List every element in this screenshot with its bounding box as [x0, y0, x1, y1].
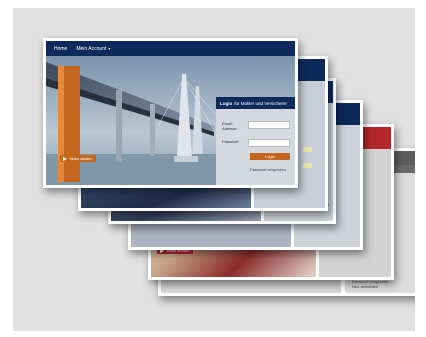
video-start-button[interactable]: Video starten — [60, 155, 96, 162]
nav-account-label: Mein Account — [76, 45, 107, 52]
password-field[interactable] — [248, 139, 290, 147]
chevron-down-icon: ▾ — [108, 46, 111, 51]
forgot-password-link[interactable]: Passwort vergessen — [250, 167, 286, 172]
screenshot-stack-backdrop: Passwort vergessen Neu anmelden Video st… — [13, 8, 415, 331]
email-field[interactable] — [248, 121, 290, 129]
back-card-links: Passwort vergessen Neu anmelden — [352, 279, 388, 289]
nav-account[interactable]: Mein Account ▾ — [76, 46, 110, 52]
email-label: Email-Adresse — [222, 121, 237, 131]
screenshot-card-front: Home Mein Account ▾ Video starten Login … — [43, 38, 298, 188]
login-button[interactable]: Login — [250, 153, 290, 160]
login-panel: Login für Makler und Versicherer Email-A… — [216, 97, 295, 185]
main-nav: Home Mein Account ▾ — [46, 41, 295, 56]
login-title: Login — [220, 100, 233, 106]
nav-home[interactable]: Home — [54, 46, 67, 52]
register-link[interactable]: Neu anmelden — [352, 284, 388, 289]
login-panel-header: Login für Makler und Versicherer — [216, 97, 295, 109]
login-subtitle: für Makler und Versicherer — [234, 100, 288, 106]
password-label: Passwort — [222, 139, 239, 144]
play-icon — [63, 156, 67, 161]
video-start-label: Video starten — [69, 156, 93, 161]
highlight-strip — [303, 163, 312, 168]
highlight-strip — [303, 147, 312, 152]
